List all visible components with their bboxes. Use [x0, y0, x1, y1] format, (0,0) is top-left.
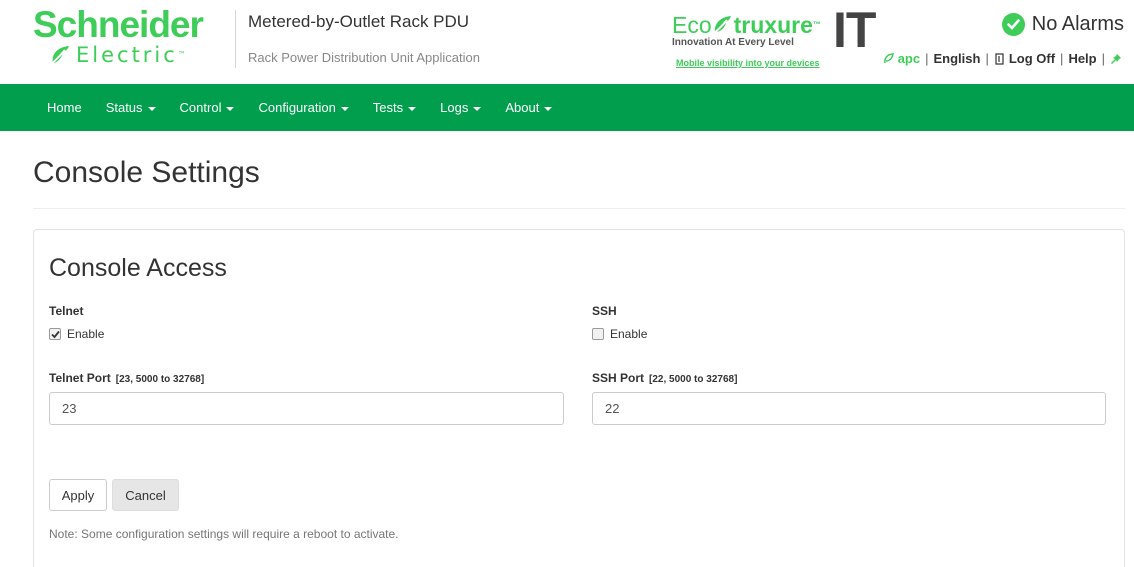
telnet-enable-row[interactable]: Enable: [49, 327, 104, 341]
nav-logs[interactable]: Logs: [440, 100, 482, 115]
telnet-enable-label: Enable: [67, 327, 105, 341]
main-navbar: Home Status Control Configuration Tests …: [0, 84, 1134, 131]
alarm-status-text: No Alarms: [1031, 13, 1124, 35]
link-separator: |: [925, 51, 929, 66]
caret-down-icon: [340, 106, 349, 111]
telnet-port-range: [23, 5000 to 32768]: [115, 374, 205, 385]
ecostruxure-tagline: Innovation At Every Level: [672, 37, 794, 48]
nav-home[interactable]: Home: [47, 100, 82, 115]
schneider-leaf-icon: [49, 46, 69, 66]
check-circle-icon: [1001, 13, 1025, 36]
app-title: Metered-by-Outlet Rack PDU: [248, 12, 470, 31]
telnet-port-input[interactable]: [49, 392, 564, 425]
ssh-enable-checkbox[interactable]: [592, 328, 604, 340]
logo-name-top: Schneider: [33, 4, 204, 45]
caret-down-icon: [544, 106, 553, 111]
ssh-port-input[interactable]: [592, 392, 1106, 425]
cancel-button[interactable]: Cancel: [112, 479, 179, 511]
telnet-enable-checkbox[interactable]: [49, 328, 61, 340]
telnet-port-label: Telnet Port [23, 5000 to 32768]: [49, 371, 205, 385]
ecostruxure-it-label: IT: [833, 2, 876, 58]
title-divider: [33, 208, 1125, 209]
apply-button[interactable]: Apply: [49, 479, 107, 511]
log-off-icon: [995, 52, 1004, 65]
ssh-port-label: SSH Port [22, 5000 to 32768]: [592, 371, 738, 385]
apc-leaf-icon: [883, 52, 894, 63]
nav-control[interactable]: Control: [180, 100, 235, 115]
reboot-note: Note: Some configuration settings will r…: [49, 527, 399, 541]
ecostruxure-leaf-icon: [712, 16, 731, 35]
header: Schneider Electric™ Metered-by-Outlet Ra…: [0, 0, 1134, 75]
nav-about[interactable]: About: [505, 100, 553, 115]
nav-status[interactable]: Status: [106, 100, 156, 115]
telnet-label: Telnet: [49, 304, 84, 318]
caret-down-icon: [408, 106, 417, 111]
language-link[interactable]: English: [933, 51, 980, 66]
logo-name-bottom: Electric™: [76, 43, 189, 67]
caret-down-icon: [473, 106, 482, 111]
app-subtitle: Rack Power Distribution Unit Application: [248, 50, 480, 65]
ssh-enable-label: Enable: [610, 327, 648, 341]
caret-down-icon: [226, 106, 235, 111]
section-title: Console Access: [49, 254, 227, 282]
ssh-port-range: [22, 5000 to 32768]: [649, 374, 738, 385]
alarm-status[interactable]: No Alarms: [1001, 13, 1124, 36]
ecostruxure-wordmark: Eco truxure™: [672, 12, 821, 38]
link-separator: |: [985, 51, 989, 66]
schneider-electric-logo[interactable]: Schneider Electric™: [33, 4, 223, 68]
link-separator: |: [1060, 51, 1064, 66]
help-link[interactable]: Help: [1068, 51, 1096, 66]
link-separator: |: [1101, 51, 1105, 66]
ssh-enable-row[interactable]: Enable: [592, 327, 647, 341]
header-divider: [235, 10, 236, 68]
top-links: apc | English | Log Off | Help |: [883, 51, 1122, 66]
apc-link[interactable]: apc: [883, 51, 920, 66]
page-title: Console Settings: [33, 156, 260, 189]
nav-configuration[interactable]: Configuration: [258, 100, 349, 115]
log-off-link[interactable]: Log Off: [994, 51, 1055, 66]
nav-tests[interactable]: Tests: [373, 100, 417, 115]
pin-icon[interactable]: [1110, 53, 1122, 65]
ssh-label: SSH: [592, 304, 617, 318]
console-access-panel: Console Access Telnet Enable Telnet Port…: [33, 229, 1125, 567]
mobile-visibility-link[interactable]: Mobile visibility into your devices: [676, 58, 820, 68]
ecostruxure-logo[interactable]: Eco truxure™ Innovation At Every Level Mo…: [672, 4, 876, 72]
caret-down-icon: [147, 106, 156, 111]
